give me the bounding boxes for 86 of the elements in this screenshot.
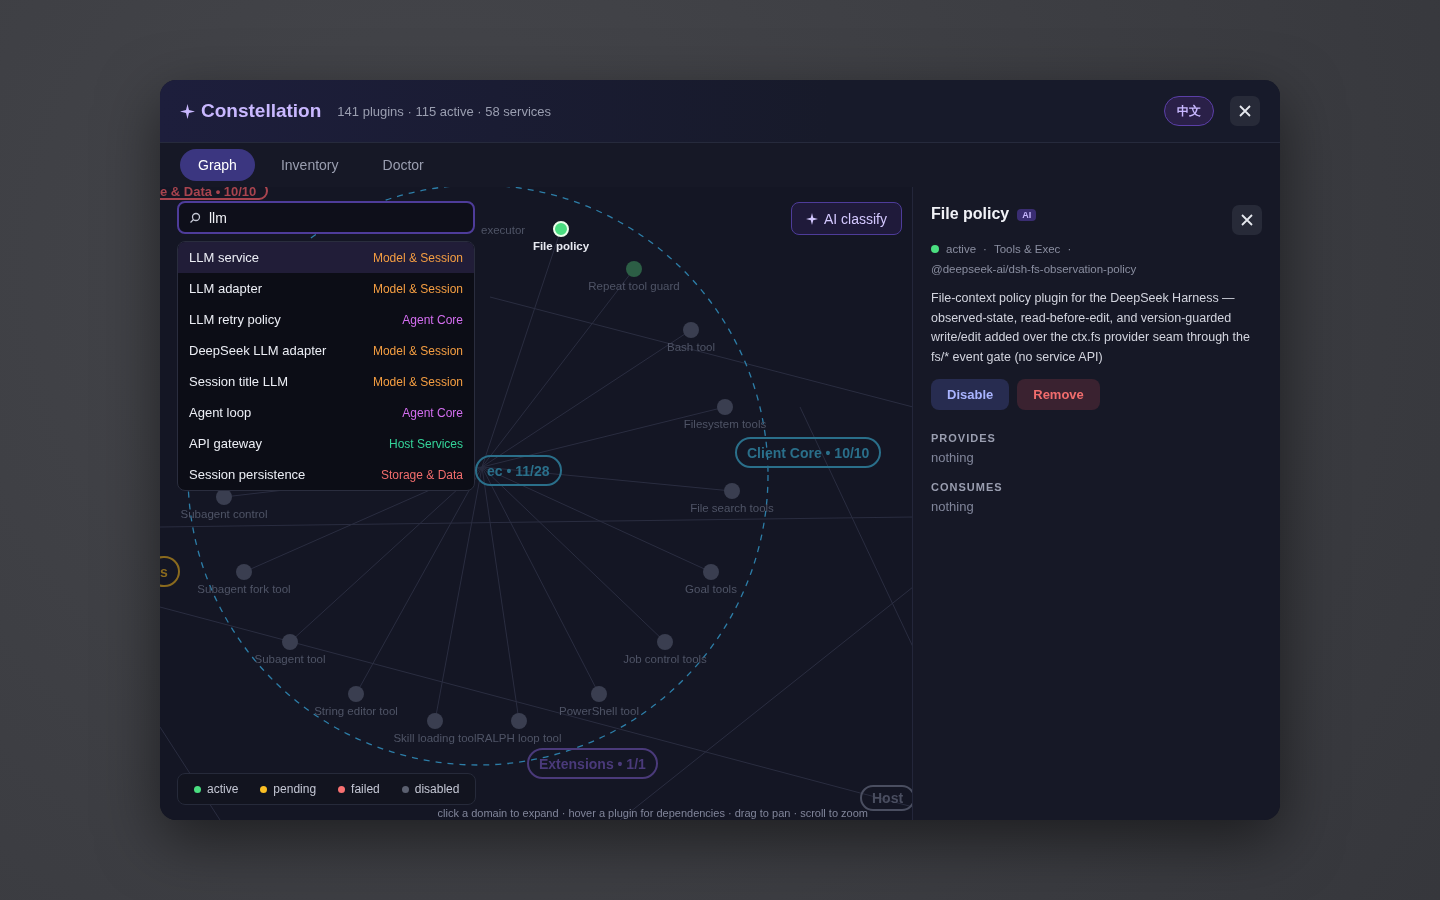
separator: · <box>1067 243 1072 255</box>
section-value: nothing <box>931 450 975 465</box>
plugin-node[interactable] <box>511 713 527 729</box>
search-icon <box>189 212 201 224</box>
result-item[interactable]: Session persistence Storage & Data <box>178 459 474 490</box>
result-name: Session title LLM <box>189 374 288 389</box>
plugin-label: File search tools <box>690 502 774 514</box>
separator: · <box>983 243 987 255</box>
plugin-node[interactable] <box>427 713 443 729</box>
legend-label: disabled <box>414 782 460 796</box>
plugin-node[interactable] <box>282 634 298 650</box>
result-item[interactable]: API gateway Host Services <box>178 428 474 459</box>
domain-pill[interactable]: s <box>160 556 180 587</box>
plugin-label: Subagent control <box>180 508 268 520</box>
result-domain: Model & Session <box>372 374 463 389</box>
tab[interactable]: Doctor <box>364 149 442 181</box>
plugin-description: File-context policy plugin for the DeepSeek Harness — observed-state, read-before-edit, and version-guarded write/edit added over the ctx.fs provider seam through the fs/* event gate (no service API) <box>931 290 1251 366</box>
result-item[interactable]: LLM retry policy Agent Core <box>178 304 474 335</box>
plugin-title: File policy <box>931 205 1010 223</box>
result-item[interactable]: LLM adapter Model & Session <box>178 273 474 304</box>
legend-label: pending <box>273 782 317 796</box>
result-item[interactable]: Session title LLM Model & Session <box>178 366 474 397</box>
plugin-label: PowerShell tool <box>559 705 639 717</box>
plugin-stats: 141 plugins · 115 active · 58 services <box>337 103 551 119</box>
result-name: Agent loop <box>189 405 252 420</box>
result-name: LLM adapter <box>189 281 262 296</box>
result-item[interactable]: LLM service Model & Session <box>178 242 474 273</box>
plugin-node[interactable] <box>717 399 733 415</box>
plugin-node[interactable] <box>703 564 719 580</box>
tab[interactable]: Inventory <box>262 149 357 181</box>
plugin-status: active <box>946 243 977 255</box>
result-item[interactable]: Agent loop Agent Core <box>178 397 474 428</box>
result-domain: Host Services <box>388 436 463 451</box>
plugin-node[interactable] <box>591 686 607 702</box>
plugin-label: Job control tools <box>623 653 707 665</box>
result-name: DeepSeek LLM adapter <box>189 343 327 358</box>
plugin-label: File policy <box>532 240 590 252</box>
close-button[interactable] <box>1230 96 1260 126</box>
sparkle-icon <box>806 212 818 225</box>
result-item[interactable]: DeepSeek LLM adapter Model & Session <box>178 335 474 366</box>
plugin-label: executor <box>481 224 526 236</box>
result-domain: Model & Session <box>372 281 463 296</box>
result-name: Session persistence <box>189 467 306 482</box>
section-heading: PROVIDES <box>931 432 997 444</box>
tab[interactable]: Graph <box>180 149 255 181</box>
plugin-node[interactable] <box>657 634 673 650</box>
plugin-label: Goal tools <box>685 583 737 595</box>
dialog-title: Constellation <box>201 100 322 122</box>
plugin-label: Bash tool <box>667 341 715 353</box>
plugin-domain: Tools & Exec <box>993 243 1061 255</box>
plugin-node[interactable] <box>683 322 699 338</box>
result-domain: Agent Core <box>402 312 463 327</box>
result-name: LLM retry policy <box>189 312 281 327</box>
plugin-label: RALPH loop tool <box>476 732 562 744</box>
close-icon <box>1240 213 1254 227</box>
legend-label: active <box>207 782 239 796</box>
section-value: nothing <box>931 499 975 514</box>
result-domain: Agent Core <box>402 405 463 420</box>
sparkle-icon <box>180 103 195 119</box>
plugin-label: Filesystem tools <box>683 418 767 430</box>
section-heading: CONSUMES <box>931 481 1004 493</box>
ai-badge: AI <box>1017 209 1037 221</box>
result-name: LLM service <box>189 250 260 265</box>
language-toggle[interactable]: 中文 <box>1164 96 1214 126</box>
action-button[interactable]: Disable <box>931 379 1010 410</box>
search-field[interactable]: llm <box>177 201 475 234</box>
close-button[interactable] <box>1232 205 1262 235</box>
result-domain: Storage & Data <box>380 467 463 482</box>
plugin-node[interactable] <box>724 483 740 499</box>
plugin-node[interactable] <box>553 221 569 237</box>
plugin-label: Repeat tool guard <box>588 280 680 292</box>
plugin-node[interactable] <box>236 564 252 580</box>
close-icon <box>1238 104 1252 118</box>
plugin-node[interactable] <box>626 261 642 277</box>
plugin-label: String editor tool <box>314 705 398 717</box>
plugin-label: Subagent tool <box>254 653 326 665</box>
action-button[interactable]: Remove <box>1017 379 1100 410</box>
package-name: @deepseek-ai/dsh-fs-observation-policy <box>931 263 1138 275</box>
result-domain: Model & Session <box>372 250 463 265</box>
ai-classify-button[interactable]: AI classify <box>791 202 902 235</box>
plugin-node[interactable] <box>348 686 364 702</box>
plugin-label: Subagent fork tool <box>197 583 291 595</box>
result-name: API gateway <box>189 436 262 451</box>
legend-label: failed <box>351 782 380 796</box>
result-domain: Model & Session <box>372 343 463 358</box>
plugin-label: Skill loading tool <box>393 732 477 744</box>
